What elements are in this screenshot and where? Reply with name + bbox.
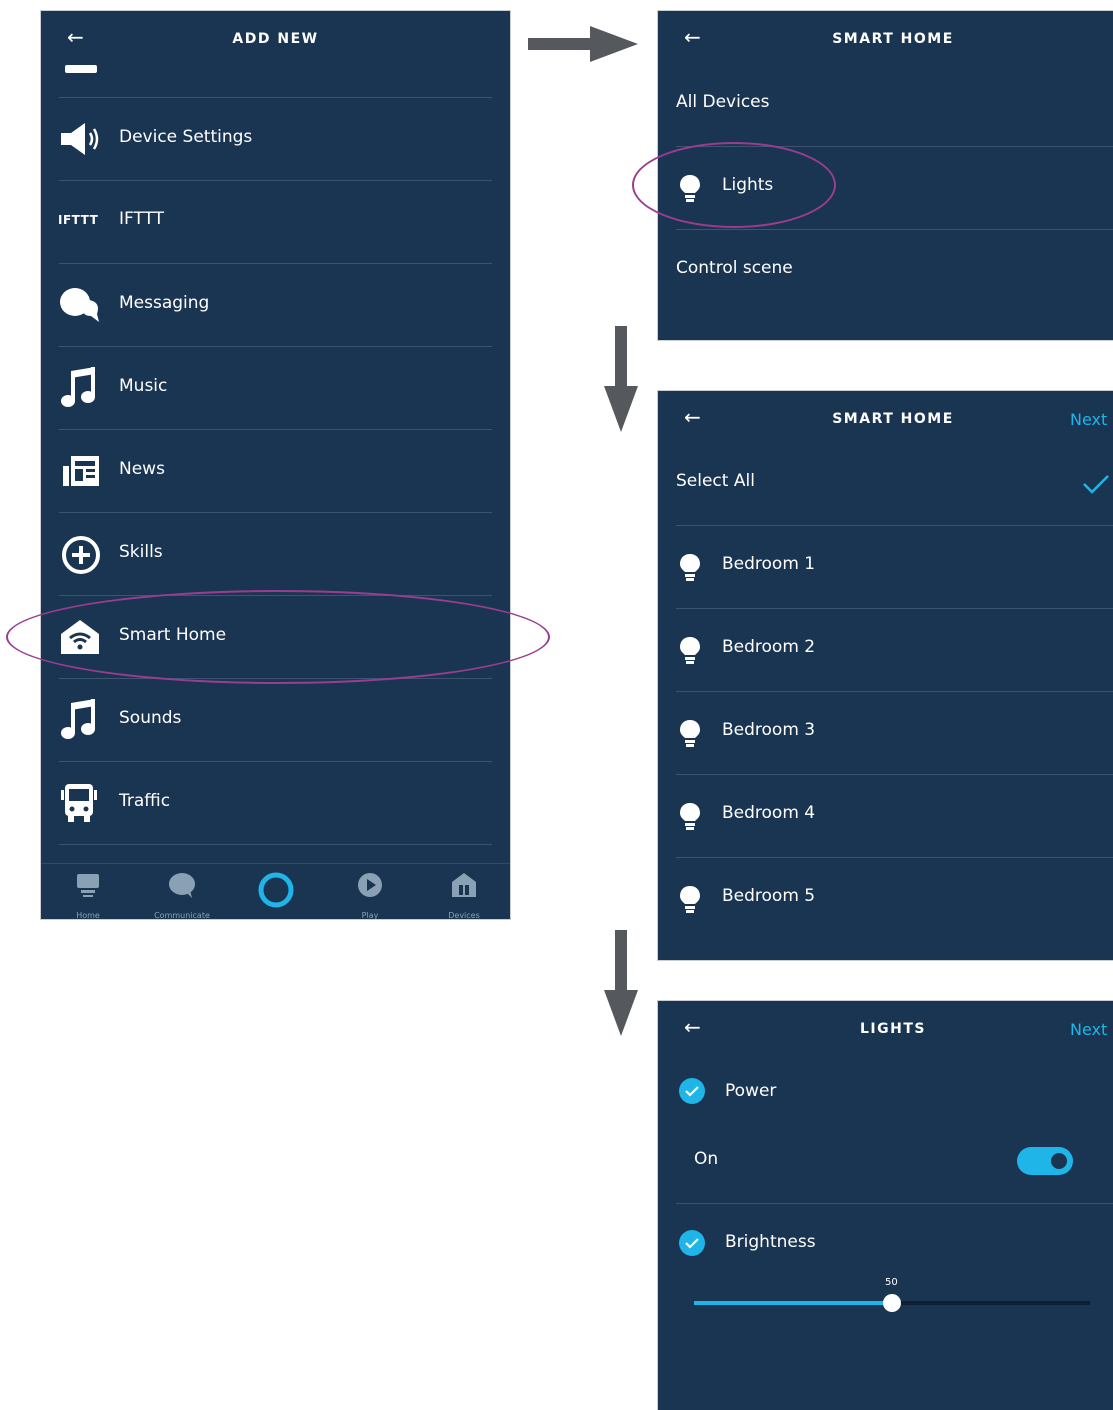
device-label: Bedroom 4 [722, 803, 816, 823]
skills-icon [62, 536, 100, 574]
device-row-bedroom-5[interactable]: Bedroom 5 [658, 858, 1113, 940]
menu-item-label: All Devices [676, 92, 770, 112]
menu-item-control-scene[interactable]: Control scene [658, 230, 1113, 312]
highlight-smart-home [6, 590, 550, 684]
menu-item-messaging[interactable]: Messaging [41, 264, 510, 346]
menu-item-traffic[interactable]: Traffic [41, 762, 510, 844]
brightness-row[interactable]: Brightness [658, 1213, 1113, 1273]
divider [59, 844, 492, 845]
nav-devices[interactable]: Devices [429, 872, 499, 920]
device-row-bedroom-4[interactable]: Bedroom 4 [658, 775, 1113, 857]
menu-item-label: Music [119, 376, 168, 396]
brightness-slider[interactable]: 50 [694, 1277, 1090, 1317]
power-label: Power [725, 1081, 777, 1101]
nav-label: Communicate [154, 911, 210, 920]
device-row-bedroom-3[interactable]: Bedroom 3 [658, 692, 1113, 774]
music-note-icon [61, 367, 95, 407]
screen-lights: ← LIGHTS Next Power On Brightness 50 [657, 1000, 1113, 1410]
menu-item-skills[interactable]: Skills [41, 513, 510, 595]
ifttt-icon: IFTTT [58, 213, 99, 227]
page-title: SMART HOME [832, 31, 954, 47]
menu-item-ifttt[interactable]: IFTTT IFTTT [41, 181, 510, 263]
nav-label: Devices [448, 911, 480, 920]
partial-item-icon [65, 65, 97, 73]
menu-item-label: News [119, 459, 165, 479]
arrow-right [528, 26, 638, 62]
device-label: Bedroom 5 [722, 886, 816, 906]
menu-item-label: IFTTT [119, 209, 165, 229]
menu-item-device-settings[interactable]: Device Settings [41, 98, 510, 180]
devices-icon [452, 873, 476, 897]
bulb-icon [680, 720, 700, 747]
divider [676, 1203, 1113, 1204]
device-label: Bedroom 1 [722, 554, 816, 574]
nav-label: Play [361, 911, 379, 920]
checkmark-icon [685, 1237, 699, 1249]
page-title: ADD NEW [232, 31, 319, 47]
menu-item-label: Sounds [119, 708, 182, 728]
device-row-bedroom-1[interactable]: Bedroom 1 [658, 526, 1113, 608]
menu-item-label: Device Settings [119, 127, 253, 147]
menu-item-all-devices[interactable]: All Devices [658, 67, 1113, 147]
select-all-row[interactable]: Select All [658, 443, 1113, 525]
nav-play[interactable]: Play [335, 872, 405, 920]
alexa-ring-icon [258, 872, 294, 908]
nav-communicate[interactable]: Communicate [147, 872, 217, 920]
chat-icon [169, 873, 195, 898]
bottom-nav: Home Communicate Play Devices [41, 863, 510, 919]
device-label: Bedroom 3 [722, 720, 816, 740]
nav-home[interactable]: Home [53, 872, 123, 920]
menu-item-music[interactable]: Music [41, 347, 510, 429]
menu-item-label: Skills [119, 542, 163, 562]
screen-smart-home-devices: ← SMART HOME Next Select All Bedroom 1 B… [657, 390, 1113, 961]
checkmark-icon [685, 1085, 699, 1097]
page-title: SMART HOME [832, 411, 954, 427]
select-all-label: Select All [676, 471, 755, 491]
power-row[interactable]: Power [658, 1061, 1113, 1121]
chat-bubbles-icon [60, 288, 99, 322]
on-row: On [658, 1131, 1113, 1191]
highlight-lights [632, 142, 836, 228]
menu-item-label: Traffic [119, 791, 171, 811]
menu-item-sounds[interactable]: Sounds [41, 679, 510, 761]
on-label: On [694, 1149, 719, 1169]
bulb-icon [680, 886, 700, 913]
bulb-icon [680, 803, 700, 830]
play-icon [358, 873, 382, 897]
power-toggle[interactable] [1017, 1147, 1073, 1175]
device-row-bedroom-2[interactable]: Bedroom 2 [658, 609, 1113, 691]
power-checkbox[interactable] [679, 1078, 705, 1104]
brightness-checkbox[interactable] [679, 1230, 705, 1256]
brightness-label: Brightness [725, 1232, 816, 1252]
music-note-icon [61, 699, 95, 739]
screen-add-new: ← ADD NEW Device Settings IFTTT IFTTT Me… [40, 10, 511, 920]
speaker-icon [61, 123, 99, 155]
checkmark-icon [1083, 475, 1109, 494]
nav-label: Home [76, 911, 100, 920]
home-icon [77, 874, 99, 897]
bulb-icon [680, 637, 700, 664]
next-button[interactable]: Next [1070, 1020, 1107, 1039]
nav-alexa[interactable] [241, 872, 311, 919]
news-icon [63, 456, 99, 486]
slider-value: 50 [885, 1277, 898, 1288]
menu-item-label: Messaging [119, 293, 210, 313]
menu-item-label: Control scene [676, 258, 793, 278]
device-label: Bedroom 2 [722, 637, 816, 657]
slider-fill [694, 1301, 892, 1305]
arrow-down-1 [604, 326, 638, 432]
arrow-down-2 [604, 930, 638, 1036]
bulb-icon [680, 554, 700, 581]
toggle-knob [1051, 1153, 1067, 1169]
bus-icon [61, 784, 97, 822]
next-button[interactable]: Next [1070, 410, 1107, 429]
slider-thumb[interactable] [883, 1294, 901, 1312]
page-title: LIGHTS [860, 1021, 926, 1037]
menu-item-news[interactable]: News [41, 430, 510, 512]
